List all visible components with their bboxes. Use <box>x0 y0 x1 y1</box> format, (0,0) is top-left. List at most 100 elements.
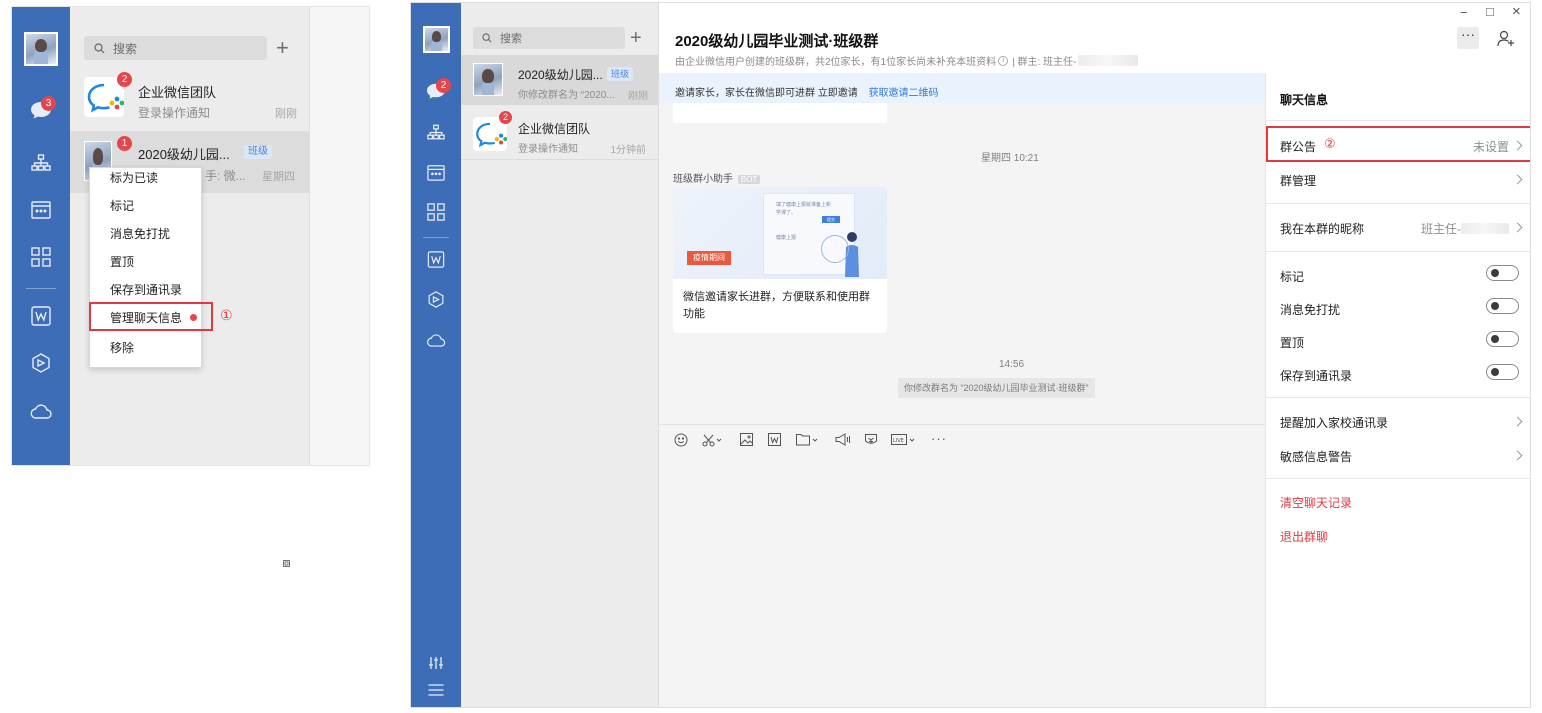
workspace-cube-icon[interactable] <box>428 291 445 308</box>
invite-text: 邀请家长，家长在微信即可进群 立即邀请 <box>675 88 858 99</box>
search-input[interactable]: 搜索 <box>473 27 625 49</box>
chat-item-wecom-team[interactable]: 2 企业微信团队 登录操作通知 刚刚 <box>70 69 309 129</box>
screenshot-scissors-icon[interactable] <box>702 433 722 447</box>
apps-grid-icon[interactable] <box>31 247 51 267</box>
highlight-box-group-announcement <box>1266 126 1530 162</box>
mute-label: 消息免打扰 <box>1280 303 1341 317</box>
unread-badge: 2 <box>499 111 512 124</box>
pin-toggle[interactable] <box>1486 331 1519 347</box>
cloud-icon[interactable] <box>30 403 52 419</box>
chat-unread-badge: 3 <box>41 96 56 111</box>
menu-item-mark[interactable]: 标记 <box>110 197 134 214</box>
group-management-label: 群管理 <box>1280 174 1317 188</box>
step-number-1: ① <box>220 307 233 323</box>
group-avatar <box>473 63 503 96</box>
user-avatar[interactable] <box>24 32 58 66</box>
mark-label: 标记 <box>1280 270 1305 284</box>
card-illustration: 填了健康上报就准备上新 学课了。 提交 健康上报 疫情期间 <box>673 187 887 279</box>
calendar-icon[interactable] <box>31 200 51 219</box>
sensitive-warning-row[interactable]: 敏感信息警告 <box>1266 439 1530 471</box>
search-icon <box>94 42 105 54</box>
doc-w-icon[interactable] <box>768 433 781 446</box>
chat-preview: 你修改群名为 “2020... <box>518 90 615 101</box>
chat-list-pane: 搜索 + 2020级幼儿园... 班级 你修改群名为 “2020... 刚刚 2… <box>461 3 659 707</box>
chat-preview: 手: 微... <box>205 169 246 183</box>
exit-group-button[interactable]: 退出群聊 <box>1280 528 1328 545</box>
chat-time: 星期四 <box>262 171 295 183</box>
chat-time: 1分钟前 <box>610 145 646 156</box>
more-options-button[interactable]: ··· <box>1457 27 1479 49</box>
more-tools-icon[interactable]: ··· <box>931 431 947 446</box>
menu-item-remove[interactable]: 移除 <box>110 339 134 356</box>
message-sender: 班级群小助手 BOT <box>673 170 761 185</box>
rail-divider <box>26 288 56 289</box>
chat-unread-badge: 2 <box>436 78 451 93</box>
mark-toggle[interactable] <box>1486 265 1519 281</box>
left-nav-rail: 3 <box>12 7 70 465</box>
red-packet-icon[interactable] <box>864 433 878 447</box>
folder-icon[interactable] <box>796 433 820 446</box>
add-button[interactable]: + <box>630 27 642 49</box>
workspace-cube-icon[interactable] <box>31 353 51 373</box>
apps-grid-icon[interactable] <box>427 203 445 221</box>
card-preview-line1: 填了健康上报就准备上新 <box>776 202 832 208</box>
docs-w-icon[interactable] <box>427 251 445 268</box>
composer-area[interactable] <box>659 425 1265 707</box>
card-preview-line2: 学课了。 <box>776 210 797 216</box>
unread-badge: 2 <box>117 72 132 87</box>
clear-history-button[interactable]: 清空聊天记录 <box>1280 494 1352 511</box>
my-nickname-text: 班主任- <box>1421 222 1461 236</box>
menu-item-save-contacts[interactable]: 保存到通讯录 <box>110 281 182 298</box>
add-member-icon[interactable] <box>1497 30 1515 48</box>
chat-name: 2020级幼儿园... <box>138 147 230 162</box>
live-icon[interactable]: LIVE <box>891 433 917 446</box>
minimize-button[interactable]: − <box>1460 5 1468 20</box>
invite-card-message[interactable]: 填了健康上报就准备上新 学课了。 提交 健康上报 疫情期间 微信邀请家长进群，方… <box>673 187 887 333</box>
redacted-nickname <box>1461 223 1509 234</box>
cloud-icon[interactable] <box>426 333 446 347</box>
toggle-row-mark: 标记 <box>1266 259 1530 289</box>
save-contacts-toggle[interactable] <box>1486 364 1519 380</box>
toggle-row-pin: 置顶 <box>1266 325 1530 355</box>
chat-name: 企业微信团队 <box>138 85 217 100</box>
org-chart-icon[interactable] <box>31 154 51 172</box>
search-input[interactable]: 搜索 <box>84 36 267 60</box>
image-icon[interactable] <box>740 433 753 446</box>
maximize-button[interactable]: □ <box>1486 4 1494 19</box>
card-tag: 疫情期间 <box>687 251 731 265</box>
menu-item-mute[interactable]: 消息免打扰 <box>110 225 170 242</box>
info-circle-icon[interactable]: i <box>998 55 1009 66</box>
docs-w-icon[interactable] <box>31 306 51 326</box>
menu-icon[interactable] <box>428 684 444 696</box>
menu-item-mark-read[interactable]: 标为已读 <box>110 169 158 186</box>
emoji-icon[interactable] <box>674 433 688 447</box>
conversation-pane: 2020级幼儿园毕业测试·班级群 由企业微信用户创建的班级群，共2位家长，有1位… <box>659 3 1479 707</box>
mute-toggle[interactable] <box>1486 298 1519 314</box>
chat-name: 企业微信团队 <box>518 122 591 136</box>
redacted-owner-name <box>1078 55 1139 66</box>
org-chart-icon[interactable] <box>427 124 445 141</box>
my-nickname-row[interactable]: 我在本群的昵称 班主任- <box>1266 211 1530 243</box>
chat-info-title: 聊天信息 <box>1280 93 1329 107</box>
close-button[interactable]: × <box>1512 3 1521 20</box>
chevron-right-icon <box>1512 174 1523 185</box>
toggle-row-save-contacts: 保存到通讯录 <box>1266 358 1530 388</box>
user-avatar[interactable] <box>423 26 450 53</box>
rail-divider <box>423 237 449 238</box>
group-management-row[interactable]: 群管理 <box>1266 163 1530 195</box>
chat-name: 2020级幼儿园... <box>518 68 603 82</box>
calendar-icon[interactable] <box>427 164 445 181</box>
chat-item-wecom-team[interactable]: 2 企业微信团队 登录操作通知 1分钟前 <box>461 107 658 159</box>
invite-qr-link[interactable]: 获取邀请二维码 <box>869 88 939 99</box>
group-subtitle-text: 由企业微信用户创建的班级群，共2位家长，有1位家长尚未补充本班资料 <box>675 57 997 68</box>
settings-sliders-icon[interactable] <box>429 656 444 670</box>
my-nickname-label: 我在本群的昵称 <box>1280 222 1365 236</box>
chat-item-class-group[interactable]: 2020级幼儿园... 班级 你修改群名为 “2020... 刚刚 <box>461 55 658 105</box>
system-message: 你修改群名为 “2020级幼儿园毕业测试·班级群” <box>898 378 1095 398</box>
remind-join-row[interactable]: 提醒加入家校通讯录 <box>1266 405 1530 437</box>
announce-megaphone-icon[interactable] <box>835 433 851 446</box>
info-divider <box>1266 251 1530 252</box>
pin-label: 置顶 <box>1280 336 1305 350</box>
menu-item-pin[interactable]: 置顶 <box>110 253 134 270</box>
add-button[interactable]: + <box>276 37 289 59</box>
